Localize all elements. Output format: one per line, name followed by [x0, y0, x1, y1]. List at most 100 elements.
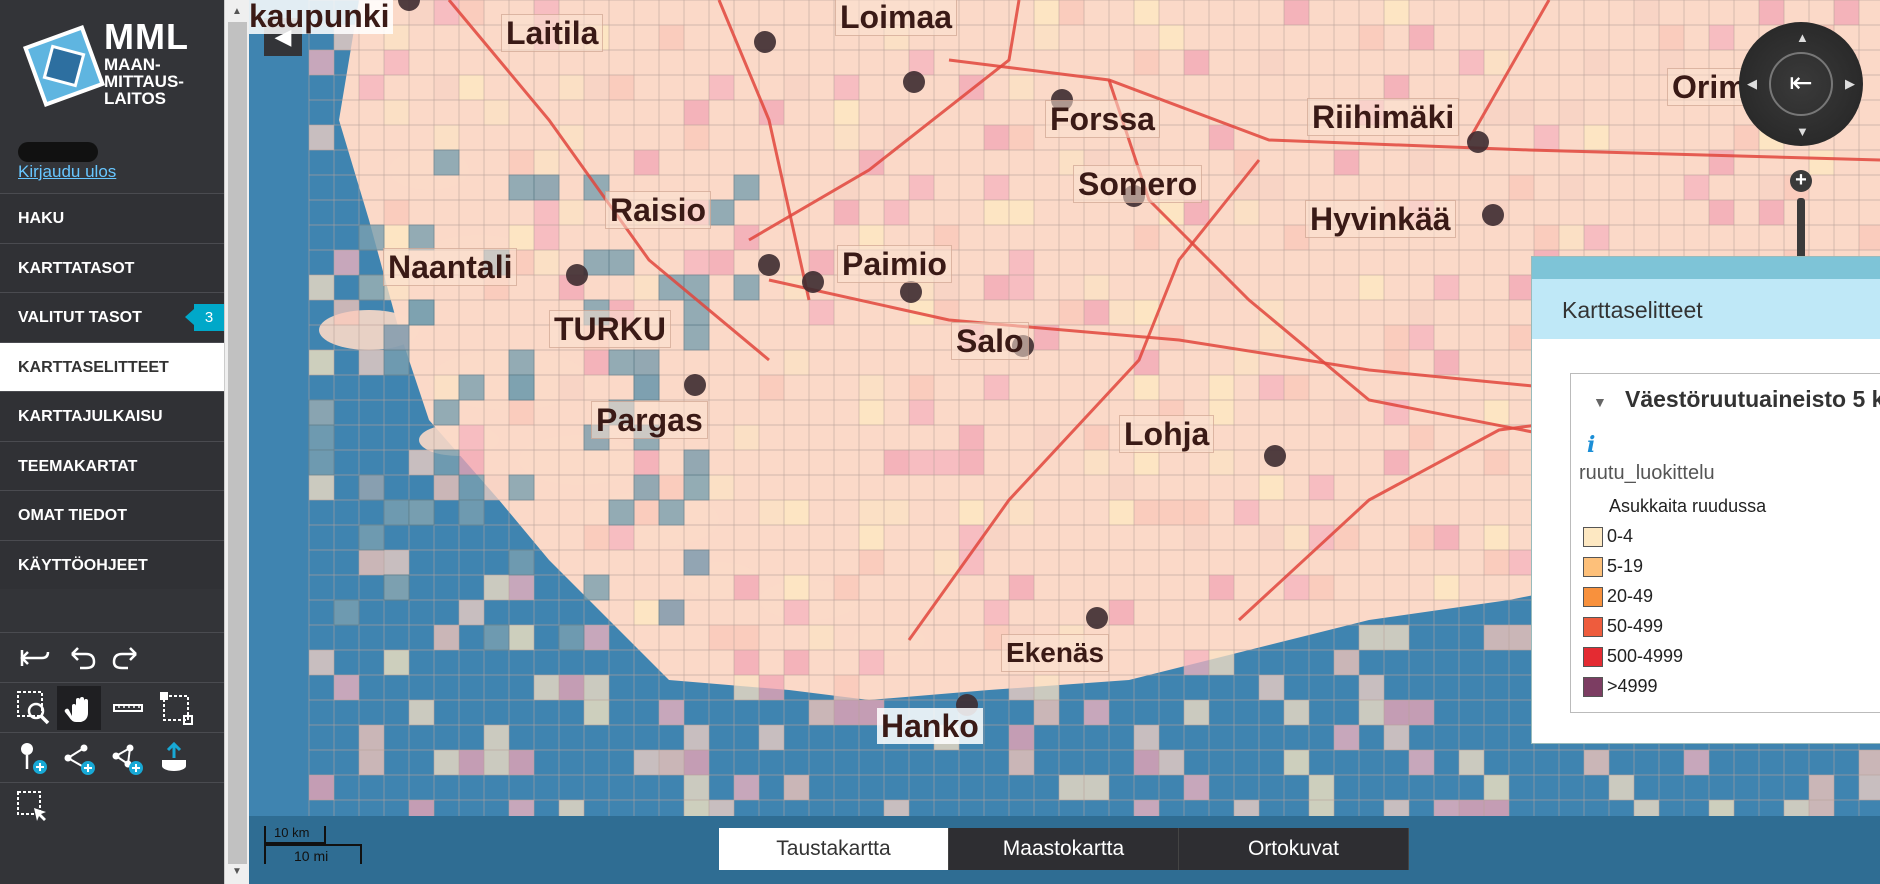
city-label: Loimaa — [835, 0, 958, 36]
base-layer-maastokartta-button[interactable]: Maastokartta — [949, 828, 1179, 870]
city-label: Hanko — [877, 708, 983, 744]
legend-image: Asukkaita ruudussa 0-4 5-19 20-49 50-499… — [1579, 492, 1799, 698]
legend-field-name: ruutu_luokittelu — [1579, 462, 1715, 484]
base-layer-switcher: Taustakartta Maastokartta Ortokuvat — [719, 828, 1409, 870]
logout-link[interactable]: Kirjaudu ulos — [18, 162, 116, 182]
measure-area-icon[interactable] — [154, 686, 198, 730]
legend-swatch — [1583, 557, 1603, 578]
import-data-icon[interactable] — [152, 736, 196, 780]
logo-line-1: MAAN- — [104, 55, 161, 74]
city-label: kaupunki — [249, 0, 394, 34]
legend-class: 50-499 — [1583, 614, 1663, 638]
measure-line-icon[interactable] — [106, 686, 150, 730]
legend-swatch — [1583, 587, 1603, 608]
menu-item-label: KARTTASELITTEET — [18, 358, 169, 376]
select-features-icon[interactable] — [12, 786, 56, 830]
legend-class-label: 0-4 — [1607, 526, 1634, 546]
menu-item-haku[interactable]: HAKU — [0, 193, 224, 243]
legend-class-label: 50-499 — [1607, 616, 1664, 636]
zoom-in-icon[interactable]: + — [1790, 170, 1812, 192]
legend-layer-title: Väestöruutuaineisto 5 km x 5 km 2015 — [1625, 386, 1880, 412]
legend-panel-title: Karttaselitteet — [1562, 297, 1703, 323]
zoom-box-icon[interactable] — [12, 686, 56, 730]
reset-view-icon[interactable]: ⇤ — [1769, 52, 1833, 116]
menu-item-karttaselitteet[interactable]: KARTTASELITTEET — [0, 341, 224, 391]
zoom-slider[interactable] — [1797, 198, 1805, 260]
pan-hand-icon[interactable] — [57, 686, 101, 730]
city-label: Hyvinkää — [1305, 200, 1456, 238]
menu-item-label: KÄYTTÖOHJEET — [18, 556, 148, 574]
tool-row-navigation — [0, 682, 224, 732]
city-label: Naantali — [383, 248, 518, 286]
legend-class-label: 500-4999 — [1607, 646, 1684, 666]
city-label: Forssa — [1045, 100, 1160, 138]
menu-item-teemakartat[interactable]: TEEMAKARTAT — [0, 440, 224, 490]
map-view[interactable]: ◀ kaupunki Laitila Loimaa Forssa Riihimä… — [249, 0, 1880, 884]
legend-class-label: 5-19 — [1607, 556, 1644, 576]
city-label: Ekenäs — [1001, 634, 1110, 672]
add-line-icon[interactable] — [58, 736, 102, 780]
base-layer-ortokuvat-button[interactable]: Ortokuvat — [1179, 828, 1409, 870]
city-label: Riihimäki — [1307, 98, 1460, 136]
pan-down-icon[interactable]: ▼ — [1796, 124, 1809, 139]
pan-up-icon[interactable]: ▲ — [1796, 30, 1809, 45]
undo-icon[interactable] — [58, 636, 102, 680]
legend-class-label: 20-49 — [1607, 586, 1654, 606]
legend-swatch — [1583, 527, 1603, 548]
scroll-down-icon[interactable]: ▼ — [232, 866, 242, 877]
menu-item-kayttoohjeet[interactable]: KÄYTTÖOHJEET — [0, 539, 224, 589]
menu-item-omat-tiedot[interactable]: OMAT TIEDOT — [0, 490, 224, 540]
menu-item-karttajulkaisu[interactable]: KARTTAJULKAISU — [0, 391, 224, 441]
scrollbar-thumb[interactable] — [228, 22, 247, 864]
logo-line-3: LAITOS — [104, 89, 167, 108]
logo-abbrev: MML — [104, 16, 189, 57]
city-label: Somero — [1073, 165, 1203, 203]
add-area-icon[interactable] — [106, 736, 150, 780]
tool-row-drawing — [0, 732, 224, 782]
pan-left-icon[interactable]: ◀ — [1747, 76, 1757, 92]
city-label: Lohja — [1119, 415, 1215, 453]
city-label: Salo — [951, 322, 1029, 360]
info-icon[interactable]: i — [1587, 432, 1595, 458]
sidebar: MML MAAN- MITTAUS- LAITOS Kirjaudu ulos … — [0, 0, 224, 884]
city-label: Raisio — [605, 191, 712, 229]
main-menu: HAKU KARTTATASOT VALITUT TASOT 3 KARTTASE… — [0, 193, 224, 589]
legend-panel-drag-bar[interactable] — [1532, 257, 1880, 279]
menu-item-label: KARTTATASOT — [18, 259, 135, 277]
menu-item-label: KARTTAJULKAISU — [18, 408, 163, 425]
legend-class: 500-4999 — [1583, 644, 1683, 668]
city-label: Pargas — [591, 401, 708, 439]
map-tools — [0, 632, 224, 832]
selected-layers-count-badge: 3 — [185, 304, 224, 331]
scroll-up-icon[interactable]: ▲ — [232, 6, 242, 17]
redo-icon[interactable] — [106, 636, 150, 680]
menu-item-label: VALITUT TASOT — [18, 309, 142, 326]
city-label: Laitila — [501, 14, 604, 52]
legend-swatch — [1583, 617, 1603, 638]
user-name-redacted — [18, 142, 98, 162]
add-point-icon[interactable] — [12, 736, 56, 780]
scale-km: 10 km — [264, 826, 326, 844]
legend-heading: Asukkaita ruudussa — [1609, 496, 1767, 516]
base-layer-taustakartta-button[interactable]: Taustakartta — [719, 828, 949, 870]
sidebar-scrollbar[interactable]: ▲ ▼ — [224, 0, 249, 884]
legend-panel: Karttaselitteet ▼ Väestöruutuaineisto 5 … — [1531, 256, 1880, 744]
legend-class: >4999 — [1583, 674, 1658, 698]
city-label: TURKU — [549, 310, 671, 348]
menu-item-label: OMAT TIEDOT — [18, 507, 128, 524]
legend-panel-header: Karttaselitteet — [1532, 279, 1880, 339]
legend-swatch — [1583, 647, 1603, 668]
collapse-triangle-icon[interactable]: ▼ — [1593, 394, 1607, 410]
menu-item-karttatasot[interactable]: KARTTATASOT — [0, 242, 224, 292]
legend-class: 5-19 — [1583, 554, 1643, 578]
legend-swatch — [1583, 677, 1603, 698]
reset-view-icon[interactable] — [12, 636, 56, 680]
scale-mi: 10 mi — [264, 844, 362, 864]
pan-control[interactable]: ▲ ▼ ◀ ▶ ⇤ — [1739, 22, 1863, 146]
legend-class: 0-4 — [1583, 524, 1633, 548]
menu-item-valitut-tasot[interactable]: VALITUT TASOT 3 — [0, 292, 224, 342]
menu-item-label: TEEMAKARTAT — [18, 457, 138, 475]
logo-line-2: MITTAUS- — [104, 72, 184, 91]
pan-right-icon[interactable]: ▶ — [1845, 76, 1855, 92]
legend-class-label: >4999 — [1607, 676, 1658, 696]
